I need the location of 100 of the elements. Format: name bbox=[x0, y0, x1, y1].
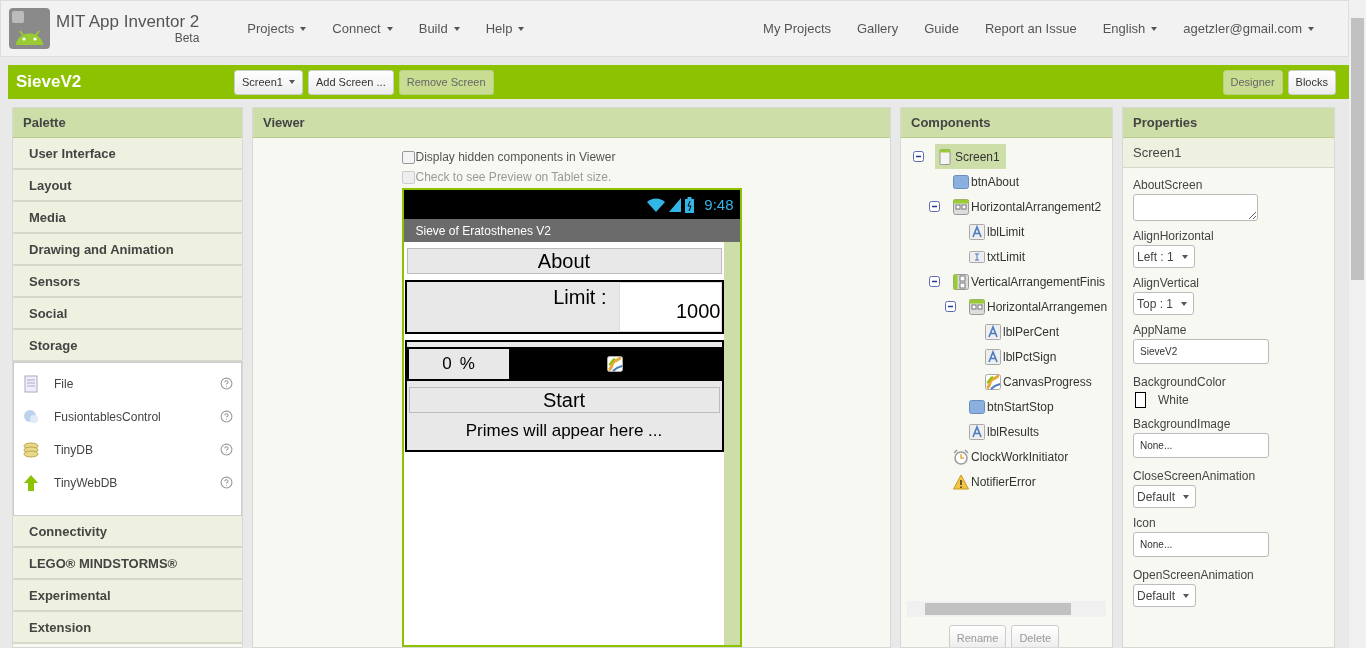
help-icon[interactable] bbox=[220, 377, 233, 390]
palette-category[interactable]: Connectivity bbox=[13, 516, 242, 548]
button-icon bbox=[969, 398, 985, 415]
nav-link[interactable]: English bbox=[1102, 21, 1158, 36]
property-label: BackgroundColor bbox=[1133, 375, 1226, 389]
tree-item[interactable]: HorizontalArrangemen bbox=[967, 294, 1112, 319]
text-area[interactable] bbox=[1133, 194, 1258, 221]
property-label: OpenScreenAnimation bbox=[1133, 568, 1254, 582]
palette-category[interactable]: Sensors bbox=[13, 266, 242, 298]
caret-icon bbox=[1308, 26, 1314, 31]
help-icon[interactable] bbox=[220, 410, 233, 423]
palette-category[interactable]: Media bbox=[13, 202, 242, 234]
property-label: AlignVertical bbox=[1133, 276, 1200, 290]
label-icon bbox=[969, 423, 985, 440]
palette-category[interactable]: Social bbox=[13, 298, 242, 330]
caret-icon bbox=[518, 26, 525, 31]
start-button[interactable]: Start bbox=[408, 387, 720, 413]
battery-icon bbox=[685, 196, 695, 213]
input-field[interactable]: None... bbox=[1133, 532, 1269, 557]
cloud-icon bbox=[22, 407, 40, 426]
input-field[interactable]: SieveV2 bbox=[1133, 339, 1269, 364]
project-name: SieveV2 bbox=[16, 72, 83, 92]
percent-sign: % bbox=[459, 354, 475, 374]
percent-value: 0 bbox=[442, 354, 452, 374]
menu-item[interactable]: Projects bbox=[247, 21, 307, 36]
palette-item[interactable]: FusiontablesControl bbox=[14, 400, 241, 433]
horizontal-scrollbar[interactable] bbox=[907, 601, 1106, 617]
dropdown[interactable]: Default bbox=[1133, 584, 1197, 607]
tree-item[interactable]: Screen1 bbox=[935, 144, 1006, 169]
caret-icon bbox=[1181, 254, 1188, 259]
tree-item[interactable]: lblPctSign bbox=[983, 344, 1063, 369]
collapse-icon[interactable] bbox=[945, 301, 956, 312]
panel-header: Properties bbox=[1123, 108, 1334, 138]
color-swatch[interactable] bbox=[1135, 392, 1146, 408]
palette-item[interactable]: File bbox=[14, 367, 241, 400]
view-toggle-button[interactable]: Designer bbox=[1222, 69, 1283, 95]
tree-item[interactable]: btnStartStop bbox=[967, 394, 1060, 419]
alarm-clock-icon bbox=[953, 448, 969, 465]
limit-input[interactable]: 1000 bbox=[618, 282, 722, 332]
signal-icon bbox=[669, 197, 682, 212]
checkbox[interactable] bbox=[401, 150, 415, 164]
tree-item[interactable]: ClockWorkInitiator bbox=[951, 444, 1075, 469]
caret-icon bbox=[453, 26, 460, 31]
dropdown[interactable]: Left : 1 bbox=[1133, 245, 1195, 268]
tree-item[interactable]: lblPerCent bbox=[983, 319, 1066, 344]
caret-icon bbox=[1183, 494, 1190, 499]
color-name[interactable]: White bbox=[1158, 393, 1189, 407]
palette-item[interactable]: TinyDB bbox=[14, 433, 241, 466]
palette-category[interactable]: LEGO® MINDSTORMS® bbox=[13, 548, 242, 580]
nav-link[interactable]: agetzler@gmail.com bbox=[1183, 21, 1314, 36]
selected-component-name: Screen1 bbox=[1123, 138, 1334, 168]
toolbar-button[interactable]: Add Screen ... bbox=[308, 69, 394, 95]
collapse-icon[interactable] bbox=[913, 151, 924, 162]
horizontal-layout-icon bbox=[969, 298, 985, 315]
tree-item[interactable]: HorizontalArrangement2 bbox=[951, 194, 1108, 219]
page-scrollbar[interactable] bbox=[1349, 0, 1366, 648]
input-field[interactable]: None... bbox=[1133, 433, 1269, 458]
about-button[interactable]: About bbox=[406, 248, 722, 274]
vertical-layout-icon bbox=[953, 273, 969, 290]
collapse-icon[interactable] bbox=[929, 201, 940, 212]
label-icon bbox=[969, 223, 985, 240]
label-icon bbox=[985, 323, 1001, 340]
nav-link[interactable]: My Projects bbox=[763, 21, 831, 36]
tree-item[interactable]: txtLimit bbox=[967, 244, 1031, 269]
dropdown[interactable]: Top : 1 bbox=[1133, 292, 1195, 315]
menu-item[interactable]: Help bbox=[485, 21, 525, 36]
collapse-icon[interactable] bbox=[929, 276, 940, 287]
panel-header: Components bbox=[901, 108, 1112, 138]
caret-icon bbox=[1183, 593, 1190, 598]
palette-category[interactable]: Storage bbox=[13, 330, 242, 362]
tree-item[interactable]: VerticalArrangementFinis bbox=[951, 269, 1112, 294]
palette-category[interactable]: Extension bbox=[13, 612, 242, 644]
palette-category[interactable]: Layout bbox=[13, 170, 242, 202]
palette-category[interactable]: Experimental bbox=[13, 580, 242, 612]
button-icon bbox=[953, 173, 969, 190]
property-label: AppName bbox=[1133, 323, 1187, 337]
menu-item[interactable]: Build bbox=[418, 21, 460, 36]
tree-item[interactable]: lblResults bbox=[967, 419, 1046, 444]
caret-icon bbox=[1151, 26, 1158, 31]
view-toggle-button[interactable]: Blocks bbox=[1287, 69, 1336, 95]
palette-item[interactable]: TinyWebDB bbox=[14, 466, 241, 499]
tree-item[interactable]: lblLimit bbox=[967, 219, 1031, 244]
panel-header: Viewer bbox=[253, 108, 890, 138]
palette-category[interactable]: User Interface bbox=[13, 138, 242, 170]
nav-link[interactable]: Gallery bbox=[857, 21, 899, 36]
menu-item[interactable]: Connect bbox=[332, 21, 393, 36]
tree-item[interactable]: btnAbout bbox=[951, 169, 1026, 194]
screen-dropdown[interactable]: Screen1 bbox=[234, 69, 303, 95]
tree-item[interactable]: NotifierError bbox=[951, 469, 1042, 494]
nav-link[interactable]: Guide bbox=[924, 21, 959, 36]
phone-icon bbox=[937, 148, 953, 165]
property-label: AboutScreen bbox=[1133, 178, 1203, 192]
checkbox-option[interactable]: Display hidden components in Viewer bbox=[401, 150, 742, 164]
tree-item[interactable]: CanvasProgress bbox=[983, 369, 1098, 394]
palette-category[interactable]: Drawing and Animation bbox=[13, 234, 242, 266]
help-icon[interactable] bbox=[220, 443, 233, 456]
document-icon bbox=[22, 374, 40, 393]
dropdown[interactable]: Default bbox=[1133, 485, 1197, 508]
help-icon[interactable] bbox=[220, 476, 233, 489]
nav-link[interactable]: Report an Issue bbox=[984, 21, 1077, 36]
